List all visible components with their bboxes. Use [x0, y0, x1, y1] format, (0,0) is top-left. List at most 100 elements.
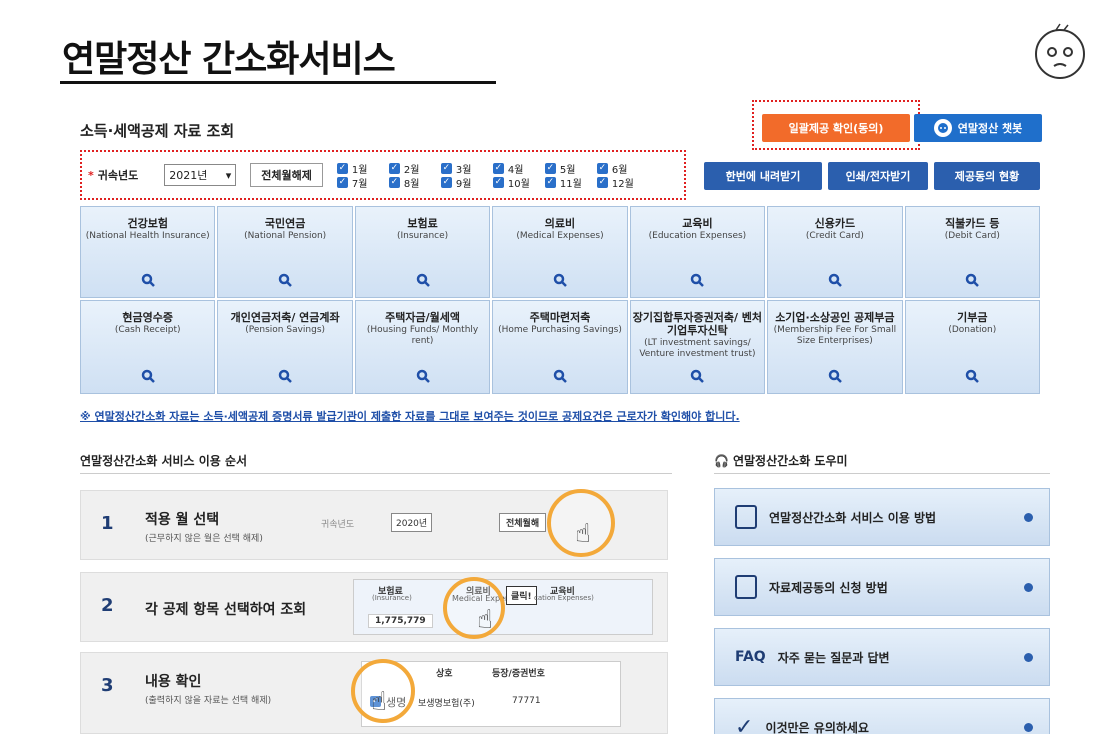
checkbox-checked-icon: ✓: [388, 162, 400, 174]
document-pen-icon: [735, 505, 757, 529]
step-desc: (출력하지 않을 자료는 선택 해제): [145, 696, 272, 706]
step-3: 3 내용 확인 (출력하지 않을 자료는 선택 해제) 상호 등장/증권번호 ✓…: [80, 652, 668, 734]
steps-title: 연말정산간소화 서비스 이용 순서: [80, 454, 248, 468]
checkbox-checked-icon: ✓: [388, 176, 400, 188]
category-medical-expenses[interactable]: 의료비 (Medical Expenses): [492, 206, 628, 298]
month-checkbox[interactable]: ✓ 6월: [596, 162, 649, 176]
step-number: 1: [101, 513, 114, 534]
toggle-all-months-button[interactable]: 전체월해제: [250, 163, 323, 187]
search-icon: [691, 273, 705, 287]
search-icon: [966, 369, 980, 383]
pointer-hand-icon: ☝: [575, 519, 591, 549]
step-title: 각 공제 항목 선택하여 조회: [145, 602, 307, 618]
month-checkbox[interactable]: ✓ 5월: [544, 162, 597, 176]
arrow-right-icon: [1024, 513, 1033, 522]
search-icon: [553, 273, 567, 287]
highlight-circle: [443, 577, 505, 639]
download-all-button[interactable]: 한번에 내려받기: [704, 162, 822, 190]
headset-icon: 🎧: [714, 453, 729, 468]
search-icon: [416, 369, 430, 383]
search-icon: [966, 273, 980, 287]
faq-icon: FAQ: [735, 649, 766, 665]
step-desc: (근무하지 않은 월은 선택 해제): [145, 534, 263, 544]
step-title: 적용 월 선택: [145, 512, 220, 528]
help-usage-guide[interactable]: 연말정산간소화 서비스 이용 방법: [714, 488, 1050, 546]
year-select[interactable]: 2021년 ▾: [164, 164, 237, 186]
checkbox-checked-icon: ✓: [596, 176, 608, 188]
check-icon: ✓: [735, 714, 754, 734]
category-health-insurance[interactable]: 건강보험 (National Health Insurance): [80, 206, 216, 298]
month-checkbox[interactable]: ✓ 12월: [596, 176, 649, 190]
pointer-hand-icon: ☝: [477, 605, 493, 635]
category-credit-card[interactable]: 신용카드 (Credit Card): [767, 206, 903, 298]
help-faq[interactable]: FAQ 자주 묻는 질문과 답변: [714, 628, 1050, 686]
checkbox-checked-icon: ✓: [596, 162, 608, 174]
arrow-right-icon: [1024, 653, 1033, 662]
print-button[interactable]: 인쇄/전자받기: [828, 162, 928, 190]
search-icon: [416, 273, 430, 287]
category-housing-funds[interactable]: 주택자금/월세액 (Housing Funds/ Monthly rent): [354, 300, 491, 394]
deduction-category-grid: 건강보험 (National Health Insurance) 국민연금 (Nat…: [80, 206, 1040, 394]
help-consent-guide[interactable]: 자료제공동의 신청 방법: [714, 558, 1050, 616]
category-insurance[interactable]: 보험료 (Insurance): [354, 206, 491, 298]
search-icon: [141, 369, 155, 383]
category-national-pension[interactable]: 국민연금 (National Pension): [217, 206, 353, 298]
divider: [714, 473, 1050, 474]
chatbot-label: 연말정산 챗봇: [957, 122, 1023, 135]
title-underline: [60, 81, 496, 84]
month-checkbox[interactable]: ✓ 1월: [336, 162, 389, 176]
search-icon: [553, 369, 567, 383]
notice-text: ※ 연말정산간소화 자료는 소득·세액공제 증명서류 발급기관이 제출한 자료를…: [80, 410, 740, 423]
filter-row: * 귀속년도 2021년 ▾ 전체월해제 ✓ 1월 ✓ 2월 ✓ 3월 ✓ 4월 ✓ 5월…: [88, 160, 649, 190]
category-small-enterprise-fee[interactable]: 소기업·소상공인 공제부금 (Membership Fee For Small S…: [767, 300, 903, 394]
step-number: 2: [101, 595, 114, 616]
category-cash-receipt[interactable]: 현금영수증 (Cash Receipt): [80, 300, 216, 394]
checkbox-checked-icon: ✓: [544, 176, 556, 188]
page-title: 연말정산 간소화서비스: [62, 39, 396, 80]
year-value: 2021년: [169, 169, 208, 182]
checkbox-checked-icon: ✓: [440, 162, 452, 174]
arrow-right-icon: [1024, 583, 1033, 592]
month-checkbox[interactable]: ✓ 8월: [388, 176, 441, 190]
search-icon: [141, 273, 155, 287]
category-home-purchasing-savings[interactable]: 주택마련저축 (Home Purchasing Savings): [492, 300, 628, 394]
category-donation[interactable]: 기부금 (Donation): [904, 300, 1040, 394]
chatbot-button[interactable]: 연말정산 챗봇: [914, 114, 1042, 142]
month-checkbox[interactable]: ✓ 4월: [492, 162, 545, 176]
category-education-expenses[interactable]: 교육비 (Education Expenses): [629, 206, 766, 298]
month-checkboxes: ✓ 1월 ✓ 2월 ✓ 3월 ✓ 4월 ✓ 5월 ✓ 6월 ✓ 7월 ✓ 8월 ✓ 9월 ✓ 10월…: [336, 162, 649, 190]
month-checkbox[interactable]: ✓ 9월: [440, 176, 493, 190]
month-checkbox[interactable]: ✓ 11월: [544, 176, 597, 190]
section-title: 소득·세액공제 자료 조회: [80, 122, 235, 140]
step-2: 2 각 공제 항목 선택하여 조회 보험료 (Insurance) 1,775,…: [80, 572, 668, 642]
search-icon: [828, 369, 842, 383]
step-1: 1 적용 월 선택 (근무하지 않은 월은 선택 해제) 귀속년도 2020년 …: [80, 489, 668, 560]
checkbox-checked-icon: ✓: [440, 176, 452, 188]
pointer-hand-icon: ☝: [371, 687, 387, 717]
month-checkbox[interactable]: ✓ 3월: [440, 162, 493, 176]
required-mark: *: [88, 168, 94, 182]
consent-status-button[interactable]: 제공동의 현황: [934, 162, 1040, 190]
checkbox-checked-icon: ✓: [336, 162, 348, 174]
divider: [80, 473, 672, 474]
checkbox-checked-icon: ✓: [492, 162, 504, 174]
month-checkbox[interactable]: ✓ 7월: [336, 176, 389, 190]
consent-button[interactable]: 일괄제공 확인(동의): [762, 114, 910, 142]
search-icon: [691, 369, 705, 383]
arrow-right-icon: [1024, 723, 1033, 732]
step-title: 내용 확인: [145, 674, 202, 690]
category-debit-card[interactable]: 직불카드 등 (Debit Card): [904, 206, 1040, 298]
help-cautions[interactable]: ✓ 이것만은 유의하세요: [714, 698, 1050, 734]
chatbot-icon: [933, 119, 952, 137]
month-checkbox[interactable]: ✓ 10월: [492, 176, 545, 190]
search-icon: [278, 369, 293, 383]
search-icon: [828, 273, 842, 287]
month-checkbox[interactable]: ✓ 2월: [388, 162, 441, 176]
category-lt-investment-savings[interactable]: 장기집합투자증권저축/ 벤처기업투자신탁 (LT investment savin…: [629, 300, 766, 394]
search-icon: [278, 273, 293, 287]
step-number: 3: [101, 675, 114, 696]
category-pension-savings[interactable]: 개인연금저축/ 연금계좌 (Pension Savings): [217, 300, 353, 394]
checkbox-checked-icon: ✓: [336, 176, 348, 188]
year-label: 귀속년도: [97, 169, 139, 182]
chevron-down-icon: ▾: [225, 168, 232, 182]
